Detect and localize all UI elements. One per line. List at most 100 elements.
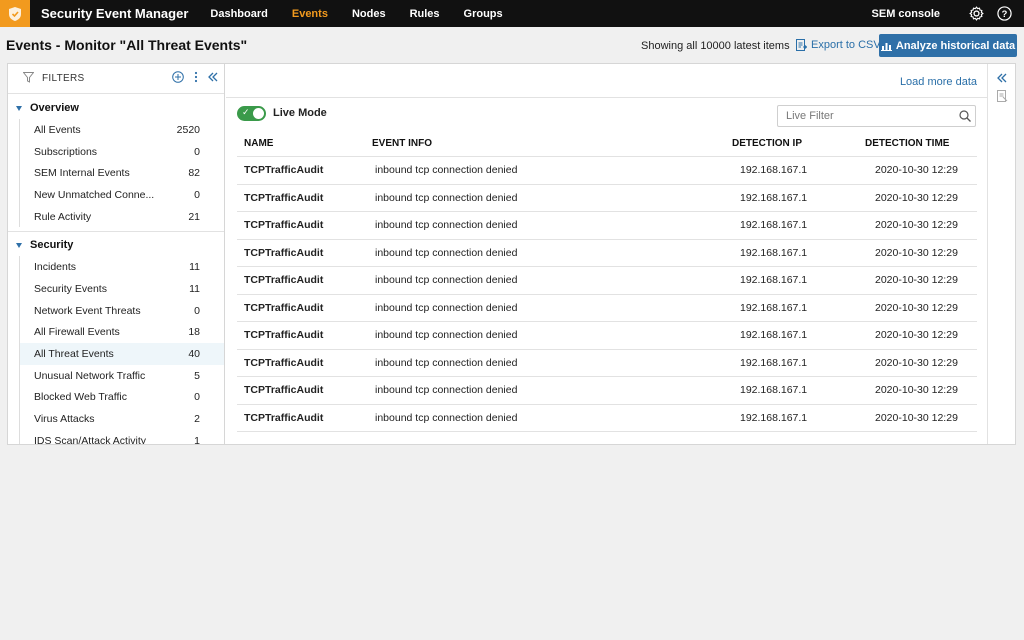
cell-detection-time: 2020-10-30 12:29 — [875, 356, 958, 369]
filter-item[interactable]: Subscriptions 0 — [20, 141, 224, 163]
cell-detection-ip: 192.168.167.1 — [740, 301, 808, 314]
filter-item-count: 5 — [194, 369, 200, 382]
table-row[interactable]: TCPTrafficAudit inbound tcp connection de… — [237, 405, 977, 432]
filters-sidebar: FILTERS Overview All Events 2520 Subscripti… — [8, 64, 225, 444]
filters-header: FILTERS — [8, 64, 224, 94]
filter-item[interactable]: SEM Internal Events 82 — [20, 162, 224, 184]
filter-item[interactable]: Unusual Network Traffic 5 — [20, 365, 224, 387]
live-filter-input[interactable] — [777, 105, 976, 127]
more-vertical-icon[interactable] — [194, 71, 198, 83]
search-icon[interactable] — [959, 110, 971, 125]
main-nav: Dashboard Events Nodes Rules Groups — [210, 8, 526, 20]
collapse-sidebar-icon[interactable] — [208, 72, 218, 82]
filter-item-count: 2520 — [176, 123, 200, 136]
export-csv-icon — [796, 39, 807, 51]
table-row[interactable]: TCPTrafficAudit inbound tcp connection de… — [237, 267, 977, 295]
cell-detection-ip: 192.168.167.1 — [740, 384, 808, 397]
expand-panel-icon[interactable] — [997, 73, 1007, 86]
export-csv-button[interactable]: Export to CSV — [796, 39, 881, 51]
table-body: TCPTrafficAudit inbound tcp connection de… — [237, 157, 977, 432]
table-row[interactable]: TCPTrafficAudit inbound tcp connection de… — [237, 240, 977, 267]
cell-detection-ip: 192.168.167.1 — [740, 164, 808, 177]
table-row[interactable]: TCPTrafficAudit inbound tcp connection de… — [237, 377, 977, 405]
cell-detection-time: 2020-10-30 12:29 — [875, 411, 958, 424]
cell-detection-time: 2020-10-30 12:29 — [875, 191, 958, 204]
cell-detection-ip: 192.168.167.1 — [740, 219, 808, 232]
table-header: NAME EVENT INFO DETECTION IP DETECTION TIME — [237, 131, 977, 157]
cell-detection-time: 2020-10-30 12:29 — [875, 329, 958, 342]
check-icon: ✓ — [242, 107, 250, 117]
divider — [226, 97, 987, 98]
cell-event-info: inbound tcp connection denied — [375, 191, 518, 204]
app-logo-icon[interactable] — [0, 0, 30, 27]
filter-item-count: 40 — [188, 348, 200, 361]
cell-event-info: inbound tcp connection denied — [375, 329, 518, 342]
filter-item[interactable]: Blocked Web Traffic 0 — [20, 387, 224, 409]
cell-name: TCPTrafficAudit — [244, 246, 324, 259]
nav-nodes[interactable]: Nodes — [352, 8, 386, 20]
cell-detection-ip: 192.168.167.1 — [740, 329, 808, 342]
filter-item[interactable]: All Threat Events 40 — [20, 343, 224, 365]
load-more-link[interactable]: Load more data — [900, 76, 977, 88]
cell-detection-time: 2020-10-30 12:29 — [875, 164, 958, 177]
filter-list: Incidents 11 Security Events 11 Network Even… — [19, 256, 224, 444]
column-header-event-info[interactable]: EVENT INFO — [372, 138, 732, 149]
help-icon[interactable]: ? — [996, 6, 1012, 22]
column-header-name[interactable]: NAME — [237, 138, 372, 149]
sem-console-link[interactable]: SEM console — [872, 8, 940, 20]
nav-groups[interactable]: Groups — [464, 8, 503, 20]
report-icon[interactable] — [997, 90, 1008, 105]
filter-item-label: SEM Internal Events — [34, 167, 130, 180]
filter-item[interactable]: IDS Scan/Attack Activity 1 — [20, 430, 224, 444]
cell-detection-ip: 192.168.167.1 — [740, 191, 808, 204]
filter-group-label: Overview — [30, 102, 79, 114]
svg-text:?: ? — [1001, 9, 1007, 19]
table-row[interactable]: TCPTrafficAudit inbound tcp connection de… — [237, 322, 977, 350]
live-mode-toggle[interactable]: ✓ — [237, 106, 266, 121]
cell-name: TCPTrafficAudit — [244, 274, 324, 287]
add-filter-icon[interactable] — [172, 71, 184, 83]
cell-detection-time: 2020-10-30 12:29 — [875, 219, 958, 232]
cell-event-info: inbound tcp connection denied — [375, 411, 518, 424]
filter-group-security: Security Incidents 11 Security Events 11 Netw… — [8, 231, 224, 444]
filter-group-header[interactable]: Overview — [8, 97, 224, 119]
filter-item-label: New Unmatched Conne... — [34, 188, 155, 201]
filter-item-count: 21 — [188, 210, 200, 223]
top-nav-bar: Security Event Manager Dashboard Events No… — [0, 0, 1024, 27]
nav-events[interactable]: Events — [292, 8, 328, 20]
nav-rules[interactable]: Rules — [410, 8, 440, 20]
filter-item[interactable]: Incidents 11 — [20, 256, 224, 278]
table-row[interactable]: TCPTrafficAudit inbound tcp connection de… — [237, 350, 977, 377]
analyze-historical-data-button[interactable]: Analyze historical data — [879, 34, 1017, 57]
column-header-detection-ip[interactable]: DETECTION IP — [732, 138, 865, 149]
filter-group-header[interactable]: Security — [8, 234, 224, 256]
filter-group-label: Security — [30, 239, 74, 252]
cell-name: TCPTrafficAudit — [244, 356, 324, 369]
right-rail — [987, 64, 1016, 444]
column-header-detection-time[interactable]: DETECTION TIME — [865, 138, 977, 149]
filter-item[interactable]: Virus Attacks 2 — [20, 408, 224, 430]
table-row[interactable]: TCPTrafficAudit inbound tcp connection de… — [237, 295, 977, 322]
filter-item-count: 18 — [188, 326, 200, 339]
filter-item[interactable]: New Unmatched Conne... 0 — [20, 184, 224, 206]
funnel-icon — [22, 71, 35, 86]
table-row[interactable]: TCPTrafficAudit inbound tcp connection de… — [237, 157, 977, 185]
table-row[interactable]: TCPTrafficAudit inbound tcp connection de… — [237, 185, 977, 212]
filter-item-count: 2 — [194, 413, 200, 426]
gear-icon[interactable] — [968, 6, 984, 22]
filter-item[interactable]: All Events 2520 — [20, 119, 224, 141]
filter-item-count: 11 — [189, 261, 200, 274]
filter-item[interactable]: Rule Activity 21 — [20, 206, 224, 228]
filter-item[interactable]: Network Event Threats 0 — [20, 300, 224, 322]
filter-item-label: Virus Attacks — [34, 413, 95, 426]
cell-detection-ip: 192.168.167.1 — [740, 246, 808, 259]
filter-item[interactable]: Security Events 11 — [20, 278, 224, 300]
cell-detection-time: 2020-10-30 12:29 — [875, 301, 958, 314]
table-row[interactable]: TCPTrafficAudit inbound tcp connection de… — [237, 212, 977, 240]
filter-item[interactable]: All Firewall Events 18 — [20, 322, 224, 344]
nav-dashboard[interactable]: Dashboard — [210, 8, 267, 20]
live-mode-label: Live Mode — [273, 107, 327, 119]
filter-item-label: All Events — [34, 123, 81, 136]
top-right-controls: SEM console ? — [872, 0, 1024, 27]
filter-item-count: 0 — [194, 391, 200, 404]
